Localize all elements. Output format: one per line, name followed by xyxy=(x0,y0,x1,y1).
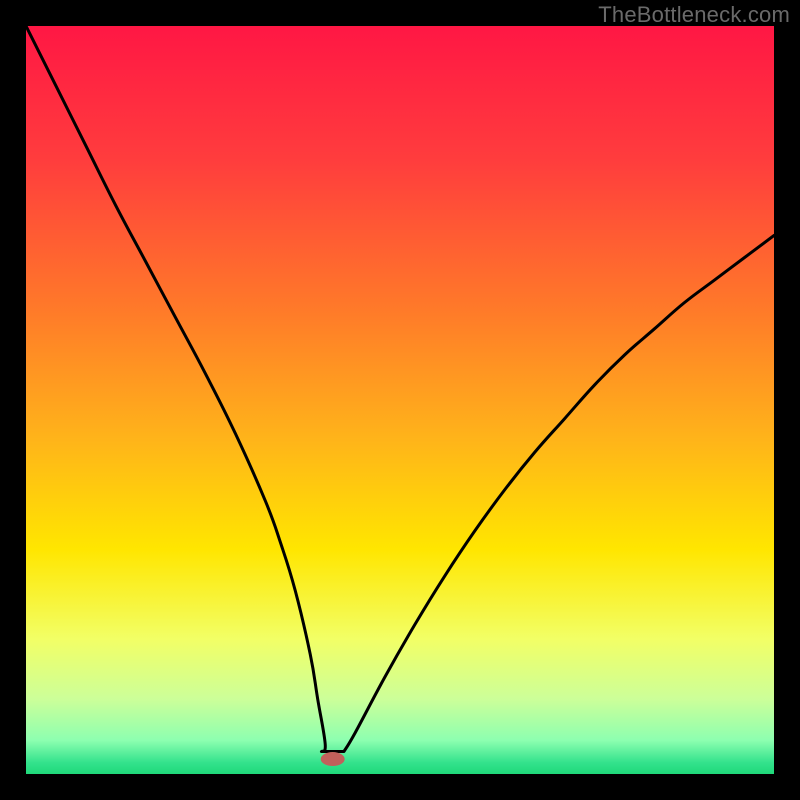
chart-frame: TheBottleneck.com xyxy=(0,0,800,800)
plot-area xyxy=(26,26,774,774)
gradient-background xyxy=(26,26,774,774)
optimal-marker xyxy=(321,752,345,766)
watermark-text: TheBottleneck.com xyxy=(598,2,790,28)
chart-svg xyxy=(26,26,774,774)
